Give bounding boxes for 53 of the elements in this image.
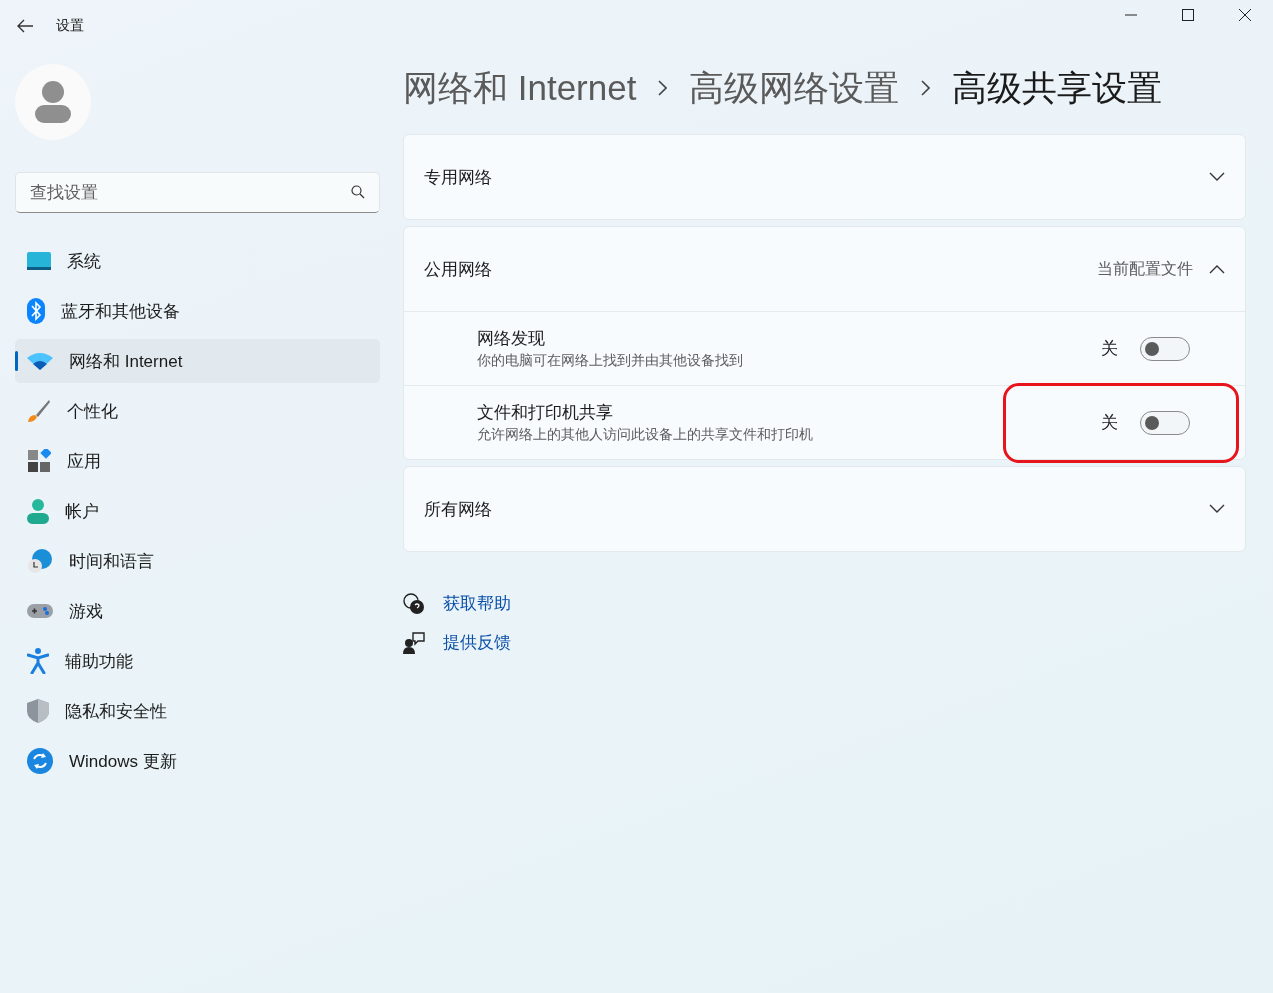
sidebar-item[interactable]: 时间和语言 — [15, 539, 380, 583]
help-link[interactable]: 提供反馈 — [443, 631, 511, 654]
breadcrumb-item[interactable]: 高级网络设置 — [689, 64, 900, 112]
chevron-up-icon[interactable] — [1209, 264, 1225, 274]
person-icon — [27, 498, 49, 524]
breadcrumb-item: 高级共享设置 — [952, 66, 1163, 109]
toggle-switch[interactable] — [1140, 336, 1190, 361]
accessibility-icon — [27, 648, 49, 674]
sidebar-item[interactable]: 系统 — [15, 239, 380, 283]
chevron-down-icon[interactable] — [1209, 504, 1225, 514]
setting-title: 网络发现 — [477, 328, 546, 350]
sidebar-item[interactable]: 应用 — [15, 439, 380, 483]
setting-title: 文件和打印机共享 — [477, 402, 614, 424]
sidebar-item[interactable]: Windows 更新 — [15, 739, 380, 783]
selection-indicator — [15, 351, 18, 371]
expander-header[interactable]: 专用网络 — [404, 135, 1245, 219]
chevron-down-icon[interactable] — [1209, 172, 1225, 182]
setting-description: 允许网络上的其他人访问此设备上的共享文件和打印机 — [477, 426, 814, 444]
search-icon[interactable] — [351, 185, 365, 199]
profile-note: 当前配置文件 — [1097, 258, 1193, 279]
apps-icon — [27, 449, 51, 473]
sidebar-item[interactable]: 帐户 — [15, 489, 380, 533]
help-link[interactable]: 获取帮助 — [443, 592, 511, 615]
close-icon[interactable] — [1238, 9, 1251, 21]
refresh-icon — [27, 748, 53, 774]
help-chat-icon — [403, 592, 425, 615]
wifi-icon — [27, 352, 53, 370]
sidebar-item[interactable]: 蓝牙和其他设备 — [15, 289, 380, 333]
sidebar-item[interactable]: 隐私和安全性 — [15, 689, 380, 733]
paintbrush-icon — [27, 399, 51, 423]
gamepad-icon — [27, 602, 53, 620]
back-arrow-icon[interactable] — [16, 19, 34, 33]
shield-icon — [27, 699, 49, 723]
search-field[interactable]: 查找设置 — [15, 172, 380, 213]
sidebar-item[interactable]: 网络和 Internet — [15, 339, 380, 383]
sidebar-item[interactable]: 辅助功能 — [15, 639, 380, 683]
toggle-state-label: 关 — [1101, 338, 1118, 360]
expander-header[interactable]: 公用网络 当前配置文件 — [404, 227, 1245, 311]
bluetooth-icon — [27, 298, 45, 324]
toggle-state-label: 关 — [1101, 412, 1118, 434]
expander-header[interactable]: 所有网络 — [404, 467, 1245, 551]
window-title: 设置 — [56, 17, 84, 35]
monitor-icon — [27, 251, 51, 271]
globe-clock-icon — [27, 548, 53, 574]
feedback-icon — [403, 631, 425, 654]
sidebar-item[interactable]: 游戏 — [15, 589, 380, 633]
setting-description: 你的电脑可在网络上找到并由其他设备找到 — [477, 352, 744, 370]
chevron-right-icon — [658, 80, 668, 96]
chevron-right-icon — [921, 80, 931, 96]
sidebar-item[interactable]: 个性化 — [15, 389, 380, 433]
maximize-icon[interactable] — [1181, 9, 1194, 21]
breadcrumb-item[interactable]: 网络和 Internet — [403, 64, 637, 112]
toggle-switch[interactable] — [1140, 410, 1190, 435]
